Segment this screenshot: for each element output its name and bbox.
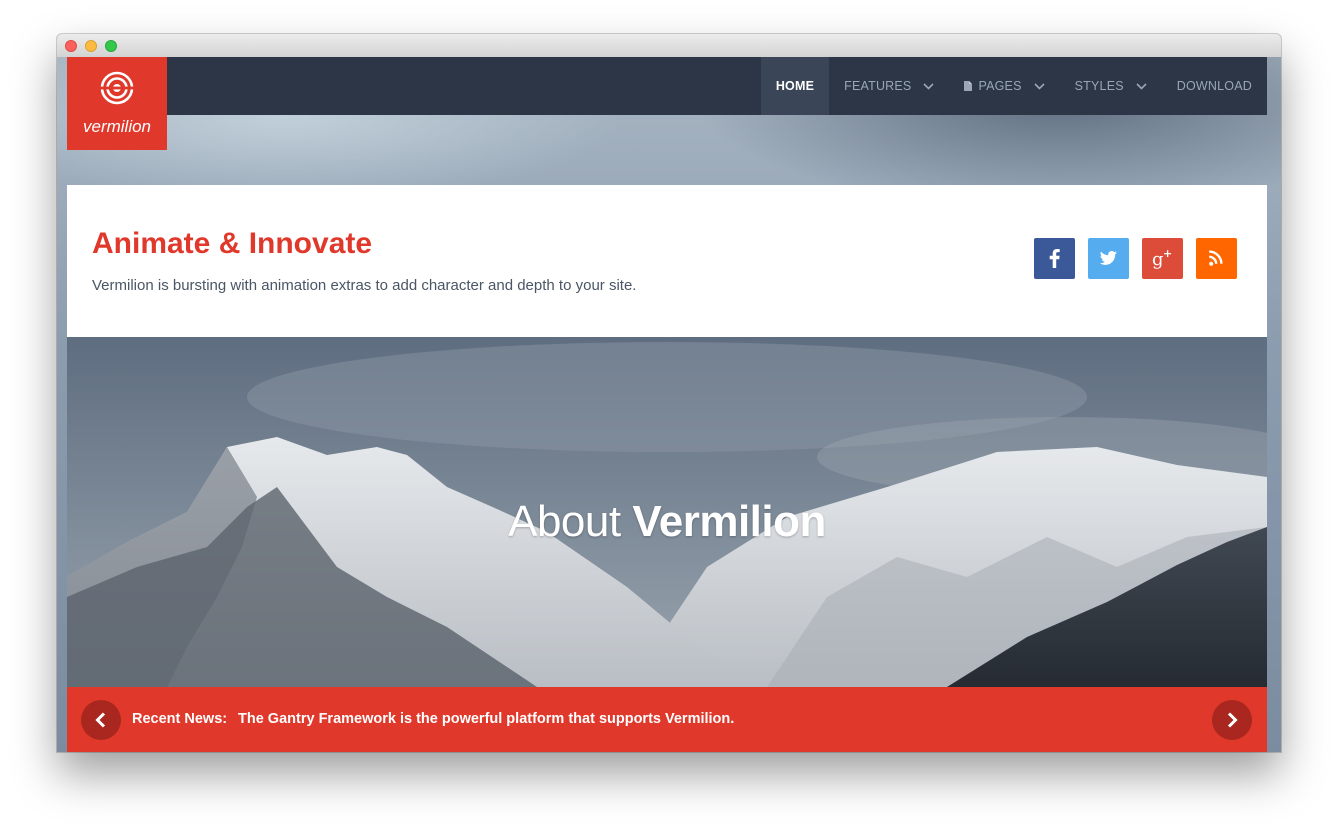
logo-text: vermilion: [82, 117, 152, 136]
twitter-button[interactable]: [1088, 238, 1129, 279]
chevron-left-icon: [95, 712, 106, 728]
news-label: Recent News:: [132, 711, 228, 727]
google-plus-button[interactable]: g +: [1142, 238, 1183, 279]
target-circle-icon: [100, 71, 134, 105]
zoom-window-button[interactable]: [105, 40, 117, 52]
nav-item-home[interactable]: HOME: [760, 57, 830, 115]
nav-item-download[interactable]: DOWNLOAD: [1162, 57, 1267, 115]
banner-title-light: About: [508, 497, 621, 546]
facebook-button[interactable]: [1034, 238, 1075, 279]
banner-title: About Vermilion: [67, 497, 1267, 547]
chevron-down-icon: [1136, 82, 1147, 90]
nav-item-label: HOME: [775, 79, 815, 93]
page-container: HOME FEATURES PAGES STYLES DOWNLOAD verm…: [67, 57, 1267, 752]
nav-item-features[interactable]: FEATURES: [829, 57, 949, 115]
intro-description: Vermilion is bursting with animation ext…: [92, 277, 637, 294]
news-headline-link[interactable]: The Gantry Framework is the powerful pla…: [238, 711, 734, 727]
nav-item-label: STYLES: [1074, 79, 1124, 93]
intro-title: Animate & Innovate: [92, 227, 373, 260]
nav-item-pages[interactable]: PAGES: [949, 57, 1059, 115]
nav-item-label: PAGES: [978, 79, 1022, 93]
top-navbar: HOME FEATURES PAGES STYLES DOWNLOAD: [67, 57, 1267, 115]
page-viewport: HOME FEATURES PAGES STYLES DOWNLOAD verm…: [57, 57, 1281, 752]
main-nav: HOME FEATURES PAGES STYLES DOWNLOAD: [760, 57, 1267, 115]
news-ticker: Recent News: The Gantry Framework is the…: [67, 687, 1267, 752]
document-icon: [964, 81, 973, 91]
chevron-right-icon: [1227, 712, 1238, 728]
svg-text:g: g: [1152, 249, 1164, 270]
close-window-button[interactable]: [65, 40, 77, 52]
chevron-down-icon: [923, 82, 935, 90]
nav-item-styles[interactable]: STYLES: [1060, 57, 1162, 115]
nav-item-label: FEATURES: [844, 79, 912, 93]
previous-news-button[interactable]: [81, 700, 121, 740]
google-plus-icon: g +: [1152, 247, 1172, 270]
facebook-icon: [1049, 249, 1060, 268]
twitter-icon: [1099, 251, 1117, 265]
banner-title-bold: Vermilion: [632, 497, 826, 546]
hero-banner: About Vermilion: [67, 337, 1267, 687]
site-logo[interactable]: vermilion: [67, 57, 167, 150]
rss-button[interactable]: [1196, 238, 1237, 279]
next-news-button[interactable]: [1212, 700, 1252, 740]
rss-icon: [1209, 250, 1223, 266]
browser-window: HOME FEATURES PAGES STYLES DOWNLOAD verm…: [57, 34, 1281, 752]
nav-item-label: DOWNLOAD: [1176, 79, 1252, 93]
chevron-down-icon: [1034, 82, 1045, 90]
window-titlebar: [57, 34, 1281, 58]
svg-text:+: +: [1163, 247, 1172, 260]
intro-card: Animate & Innovate Vermilion is bursting…: [67, 185, 1267, 337]
minimize-window-button[interactable]: [85, 40, 97, 52]
